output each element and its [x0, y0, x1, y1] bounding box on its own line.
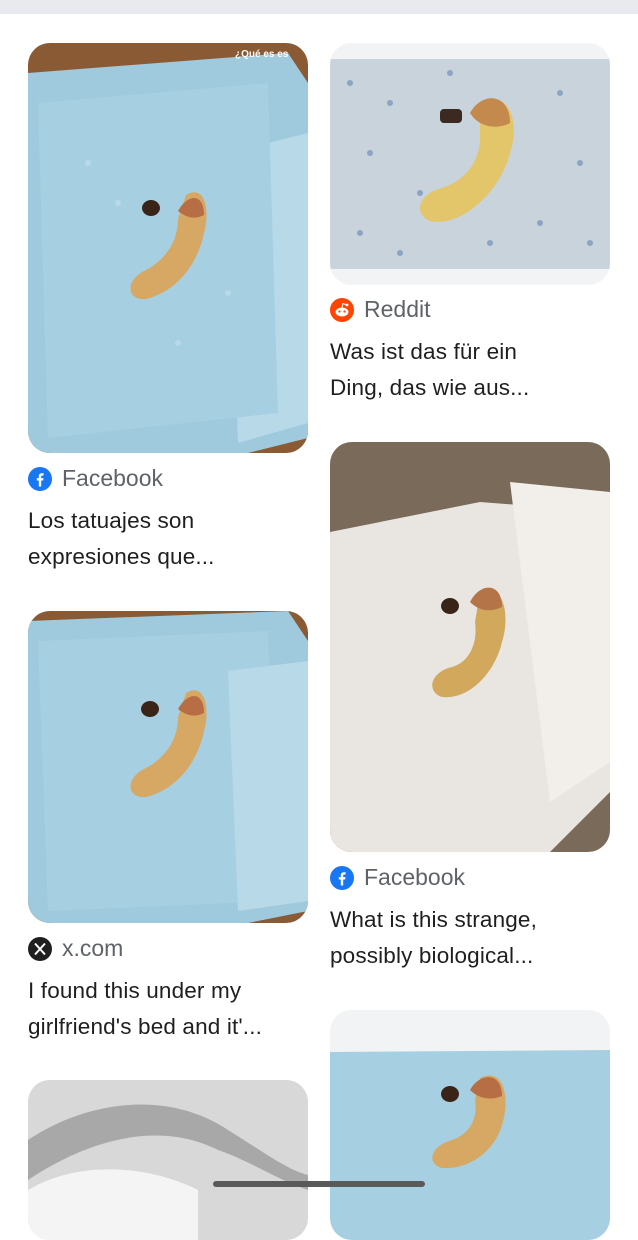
result-image-4[interactable] [330, 442, 610, 852]
result-title-4[interactable]: What is this strange, possibly biologica… [330, 902, 620, 974]
result-image-6[interactable] [330, 1010, 610, 1240]
larva-on-white-towel-image [330, 442, 610, 852]
facebook-icon [330, 865, 354, 890]
larva-on-blue-towel-image: ¿Qué es es [28, 43, 308, 453]
source-label: Facebook [62, 465, 164, 491]
result-title-1[interactable]: Los tatuajes son expresiones que... [28, 503, 308, 575]
result-image-5[interactable] [28, 1080, 308, 1240]
result-image-1[interactable]: ¿Qué es es [28, 43, 308, 453]
result-title-2[interactable]: Was ist das für ein Ding, das wie aus... [330, 334, 610, 406]
gesture-nav-handle[interactable] [213, 1181, 425, 1187]
result-source-3[interactable]: x.com [28, 935, 123, 962]
result-image-2[interactable] [330, 43, 610, 285]
larva-on-blue-towel-image [28, 611, 308, 923]
result-source-4[interactable]: Facebook [330, 864, 465, 891]
x-icon [28, 936, 52, 961]
source-label: Facebook [364, 864, 466, 890]
metal-dish-image [28, 1080, 308, 1240]
reddit-icon [330, 297, 354, 322]
top-status-strip [0, 0, 638, 14]
larva-on-pattern-towel-image [330, 43, 610, 285]
result-source-2[interactable]: Reddit [330, 296, 430, 323]
facebook-icon [28, 466, 52, 491]
result-source-1[interactable]: Facebook [28, 465, 163, 492]
result-title-3[interactable]: I found this under my girlfriend's bed a… [28, 973, 318, 1045]
result-image-3[interactable] [28, 611, 308, 923]
source-label: Reddit [364, 296, 431, 322]
source-label: x.com [62, 935, 124, 961]
image-overlay-text: ¿Qué es es [235, 49, 289, 60]
larva-on-blue-towel-image [330, 1010, 610, 1240]
